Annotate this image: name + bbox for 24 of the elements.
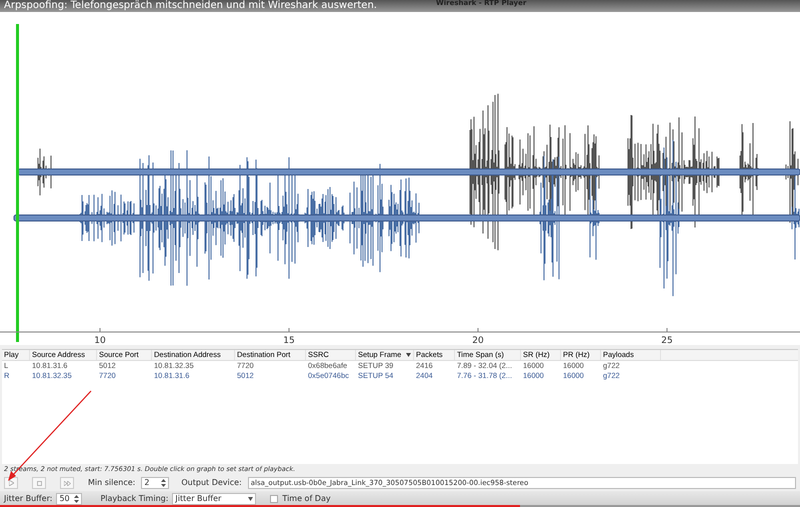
stop-button[interactable] xyxy=(32,477,46,489)
playback-timing-label: Playback Timing: xyxy=(100,493,168,505)
output-device-label: Output Device: xyxy=(181,477,242,489)
axis-tick-label: 25 xyxy=(661,336,673,345)
min-silence-label: Min silence: xyxy=(88,477,136,489)
spin-arrows-icon xyxy=(74,495,80,503)
jitter-buffer-label: Jitter Buffer: xyxy=(4,493,52,505)
skip-button[interactable] xyxy=(60,477,74,489)
axis-tick-label: 15 xyxy=(283,336,295,345)
video-title: Arpspoofing: Telefongespräch mitschneiden und mit Wireshark auswerten. xyxy=(3,1,377,11)
spin-arrows-icon xyxy=(161,479,166,487)
axis-tick-label: 20 xyxy=(472,336,484,345)
skip-icon xyxy=(64,480,70,486)
play-button[interactable] xyxy=(4,477,18,489)
stop-icon xyxy=(36,480,42,486)
min-silence-spinbox[interactable]: 2 xyxy=(141,477,170,489)
axis-tick-label: 10 xyxy=(94,336,106,345)
waveform-plot[interactable]: 10 15 20 25 xyxy=(0,12,800,345)
playback-timing-dropdown[interactable]: Jitter Buffer xyxy=(172,493,256,505)
play-icon xyxy=(8,480,14,486)
time-of-day-checkbox[interactable]: Time of Day xyxy=(270,493,331,505)
sort-caret-icon xyxy=(406,353,411,357)
dropdown-caret-icon xyxy=(248,497,254,501)
jitter-buffer-spinbox[interactable]: 50 xyxy=(56,493,82,505)
